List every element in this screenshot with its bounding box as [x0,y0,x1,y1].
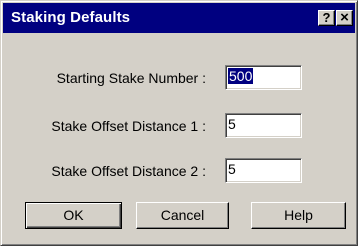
stake-offset-distance-1-input[interactable]: 5 [225,113,302,138]
stake-offset-distance-2-input[interactable]: 5 [225,158,302,183]
stake-offset-distance-1-label: Stake Offset Distance 1 : [51,118,206,134]
help-button[interactable]: Help [251,202,346,229]
ok-button[interactable]: OK [25,202,122,229]
stake-offset-distance-1-value: 5 [228,116,236,132]
starting-stake-number-label: Starting Stake Number : [56,70,206,86]
cancel-button[interactable]: Cancel [136,202,229,229]
stake-offset-distance-2-label: Stake Offset Distance 2 : [51,163,206,179]
context-help-icon[interactable]: ? [318,10,335,26]
staking-defaults-dialog: Staking Defaults ? × Starting Stake Numb… [0,0,358,246]
stake-offset-distance-2-value: 5 [228,161,236,177]
close-icon[interactable]: × [336,10,353,26]
starting-stake-number-input[interactable]: 500 [225,65,302,90]
window-title: Staking Defaults [11,9,131,26]
title-bar[interactable]: Staking Defaults ? × [3,3,355,33]
starting-stake-number-value: 500 [228,68,254,84]
